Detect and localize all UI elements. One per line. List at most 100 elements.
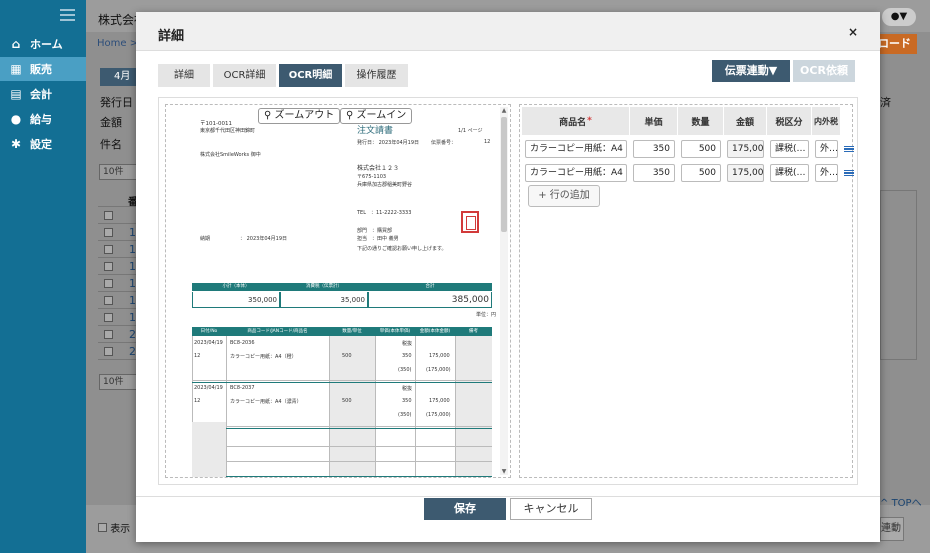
line-items-pane: 商品名* 単価 数量 金額 税区分 内外税 カラーコピー用紙：A4（… 350 … xyxy=(519,104,854,478)
doc-line-date: 2023/04/19 xyxy=(194,385,223,391)
doc-line-qty: 500 xyxy=(342,353,352,359)
bg-link-button[interactable]: 連動 xyxy=(880,517,904,541)
modal-header: 詳細 × xyxy=(136,12,880,51)
ocr-request-button[interactable]: OCR依頼 xyxy=(793,60,855,82)
scrollbar-thumb[interactable] xyxy=(501,117,507,232)
scroll-up-icon[interactable]: ▲ xyxy=(500,107,508,114)
list-item-link[interactable]: 1 xyxy=(129,311,136,324)
list-item-link[interactable]: 1 xyxy=(129,243,136,256)
bg-page-size-select-top[interactable]: 10件 xyxy=(99,164,137,180)
sidebar-item-payroll[interactable]: ● 給与 xyxy=(0,107,86,131)
qty-input[interactable]: 500 xyxy=(681,164,721,182)
doc-customer: 株式会社SmileWorks 御中 xyxy=(200,152,261,158)
bg-list-header xyxy=(98,190,136,207)
list-item[interactable]: 1 xyxy=(98,224,136,241)
hamburger-menu-icon[interactable] xyxy=(60,9,75,22)
bg-page-size-select-bottom[interactable]: 10件 xyxy=(99,374,137,390)
tax-type-select[interactable]: 課税(… xyxy=(770,140,809,158)
checkbox[interactable] xyxy=(98,523,107,532)
user-icon: ● xyxy=(890,11,900,22)
amount-field: 175,000 xyxy=(727,140,764,158)
row-menu-icon[interactable] xyxy=(844,169,854,177)
checkbox[interactable] xyxy=(104,346,113,356)
document-preview[interactable]: 〒101-0011 東京都千代田区神田錦町 注文請書 1/1 ページ 発行日： … xyxy=(165,104,511,478)
list-item-link[interactable]: 1 xyxy=(129,260,136,273)
line-items-header: 商品名 * 単価 数量 金額 税区分 内外税 xyxy=(522,107,841,135)
checkbox[interactable] xyxy=(104,261,113,271)
sidebar-item-settings[interactable]: ✱ 設定 xyxy=(0,132,86,156)
add-row-button[interactable]: + 行の追加 xyxy=(528,185,600,207)
list-item[interactable]: 2 xyxy=(98,326,136,343)
list-item-link[interactable]: 2 xyxy=(129,345,136,358)
list-item[interactable]: 2 xyxy=(98,343,136,360)
table-row: カラーコピー用紙：A4（… 350 500 175,000 課税(… 外… xyxy=(522,161,854,185)
zoom-in-label: ズームイン xyxy=(356,110,407,121)
modal-title: 詳細 xyxy=(158,29,185,44)
slip-link-button[interactable]: 伝票連動▼ xyxy=(712,60,790,82)
row-menu-icon[interactable] xyxy=(844,145,854,153)
tab-history[interactable]: 操作履歴 xyxy=(345,64,408,87)
checkbox[interactable] xyxy=(104,227,113,237)
list-item-link[interactable]: 1 xyxy=(129,294,136,307)
tab-ocr-lines[interactable]: OCR明細 xyxy=(279,64,342,87)
back-to-top-link[interactable]: ^ TOPへ xyxy=(880,494,922,509)
list-item[interactable] xyxy=(98,207,136,224)
product-name-input[interactable]: カラーコピー用紙：A4（… xyxy=(525,164,627,182)
list-item-link[interactable]: 2 xyxy=(129,328,136,341)
checkbox[interactable] xyxy=(104,295,113,305)
tab-ocr-detail[interactable]: OCR詳細 xyxy=(213,64,276,87)
home-icon: ⌂ xyxy=(11,37,21,51)
price-input[interactable]: 350 xyxy=(633,140,675,158)
list-item-link[interactable]: 1 xyxy=(129,226,136,239)
sidebar-item-sales[interactable]: ▦ 販売 xyxy=(0,57,86,81)
column-header-tax-type: 税区分 xyxy=(767,107,812,135)
checkbox[interactable] xyxy=(104,278,113,288)
list-item[interactable]: 1 xyxy=(98,309,136,326)
breadcrumb-home[interactable]: Home xyxy=(97,38,127,49)
doc-supplier-postal: 〒675-1103 xyxy=(357,174,387,180)
doc-issue-date: 発行日： 2023年04月19日 xyxy=(357,140,420,146)
checkbox[interactable] xyxy=(104,329,113,339)
checkbox[interactable] xyxy=(104,312,113,322)
bg-month-tab[interactable]: 4月 xyxy=(100,68,140,86)
checkbox[interactable] xyxy=(104,210,113,220)
cancel-button[interactable]: キャンセル xyxy=(510,498,592,520)
list-item[interactable]: 1 xyxy=(98,241,136,258)
list-item[interactable]: 1 xyxy=(98,275,136,292)
list-item[interactable]: 1 xyxy=(98,292,136,309)
close-icon[interactable]: × xyxy=(848,25,858,39)
doc-line-no: 12 xyxy=(194,353,201,359)
doc-line-name: カラーコピー用紙：A4（濃青） xyxy=(230,399,302,405)
sidebar-item-accounting[interactable]: ▤ 会計 xyxy=(0,82,86,106)
doc-detail-header-amount: 金額(本体金額) xyxy=(415,327,455,336)
zoom-out-button[interactable]: ⚲ ズームアウト xyxy=(258,108,341,124)
scroll-down-icon[interactable]: ▼ xyxy=(500,468,508,475)
tax-inout-select[interactable]: 外… xyxy=(815,140,838,158)
doc-delivery-label: 納期 xyxy=(200,236,211,242)
column-header-product-label: 商品名 xyxy=(559,117,587,128)
column-header-amount: 金額 xyxy=(724,107,767,135)
user-menu-button[interactable]: ●▼ xyxy=(882,8,916,26)
sidebar-item-label: 販売 xyxy=(30,63,52,76)
tab-detail[interactable]: 詳細 xyxy=(158,64,210,87)
checkbox[interactable] xyxy=(104,244,113,254)
money-bag-icon: ● xyxy=(10,112,22,126)
doc-subtotal: 350,000 xyxy=(192,292,280,308)
doc-line-code: BC8-2036 xyxy=(230,340,255,346)
price-input[interactable]: 350 xyxy=(633,164,675,182)
tax-inout-select[interactable]: 外… xyxy=(815,164,838,182)
sidebar-item-label: ホーム xyxy=(30,38,63,51)
zoom-in-button[interactable]: ⚲ ズームイン xyxy=(340,108,413,124)
product-name-input[interactable]: カラーコピー用紙：A4（… xyxy=(525,140,627,158)
doc-unit-note: 単位：円 xyxy=(476,312,497,318)
doc-sum-header-tax: 消費税（伝票計） xyxy=(280,283,368,291)
tax-type-select[interactable]: 課税(… xyxy=(770,164,809,182)
sidebar-item-home[interactable]: ⌂ ホーム xyxy=(0,32,86,56)
document-scrollbar[interactable]: ▲ ▼ xyxy=(500,107,508,475)
list-item-link[interactable]: 1 xyxy=(129,277,136,290)
qty-input[interactable]: 500 xyxy=(681,140,721,158)
save-button[interactable]: 保存 xyxy=(424,498,506,520)
bg-show-checkbox[interactable]: 表示 xyxy=(98,520,130,535)
doc-postal: 〒101-0011 xyxy=(200,121,232,127)
list-item[interactable]: 1 xyxy=(98,258,136,275)
